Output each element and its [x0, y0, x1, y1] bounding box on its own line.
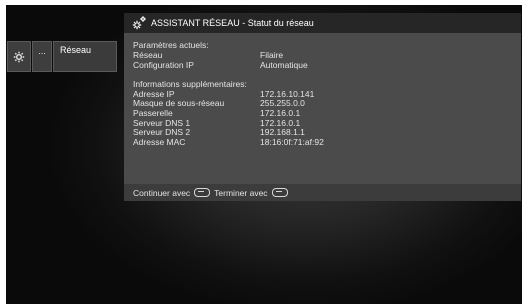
info-row-mac-address: Adresse MAC 18:16:0f:71:af:92 — [133, 136, 513, 148]
tv-screen: ... Réseau ASSISTANT RÉSEAU - Statut du … — [6, 5, 522, 304]
current-params-title: Paramètres actuels: — [133, 40, 209, 50]
settings-tab[interactable] — [7, 41, 31, 72]
dialog-body: Paramètres actuels: Réseau Filaire Confi… — [133, 40, 513, 148]
dialog-footer: Continuer avec Terminer avec — [124, 184, 521, 201]
more-tab-label: ... — [38, 46, 46, 56]
info-row-dns1: Serveur DNS 1 172.16.0.1 — [133, 118, 513, 129]
continue-hint-label: Continuer avec — [133, 187, 191, 198]
gears-icon — [132, 16, 146, 30]
info-row-subnet-mask: Masque de sous-réseau 255.255.0.0 — [133, 99, 513, 109]
info-label: Adresse MAC — [133, 136, 186, 147]
network-status-dialog: ASSISTANT RÉSEAU - Statut du réseau Para… — [124, 13, 521, 201]
extra-info-title: Informations supplémentaires: — [133, 78, 247, 89]
dialog-header: ASSISTANT RÉSEAU - Statut du réseau — [124, 13, 521, 33]
network-tab-label: Réseau — [60, 45, 92, 55]
param-label: Configuration IP — [133, 59, 194, 70]
remote-ok-button-icon — [194, 188, 211, 197]
more-tab[interactable]: ... — [32, 41, 52, 72]
info-row-gateway: Passerelle 172.16.0.1 — [133, 108, 513, 119]
remote-back-button-icon — [271, 188, 288, 197]
network-tab[interactable]: Réseau — [53, 41, 117, 72]
gear-icon — [13, 51, 25, 62]
param-value: Automatique — [260, 59, 308, 70]
info-value: 18:16:0f:71:af:92 — [260, 136, 324, 147]
param-row-ip-config: Configuration IP Automatique — [133, 59, 513, 71]
finish-hint-label: Terminer avec — [214, 187, 268, 198]
dialog-title: ASSISTANT RÉSEAU - Statut du réseau — [151, 18, 314, 28]
